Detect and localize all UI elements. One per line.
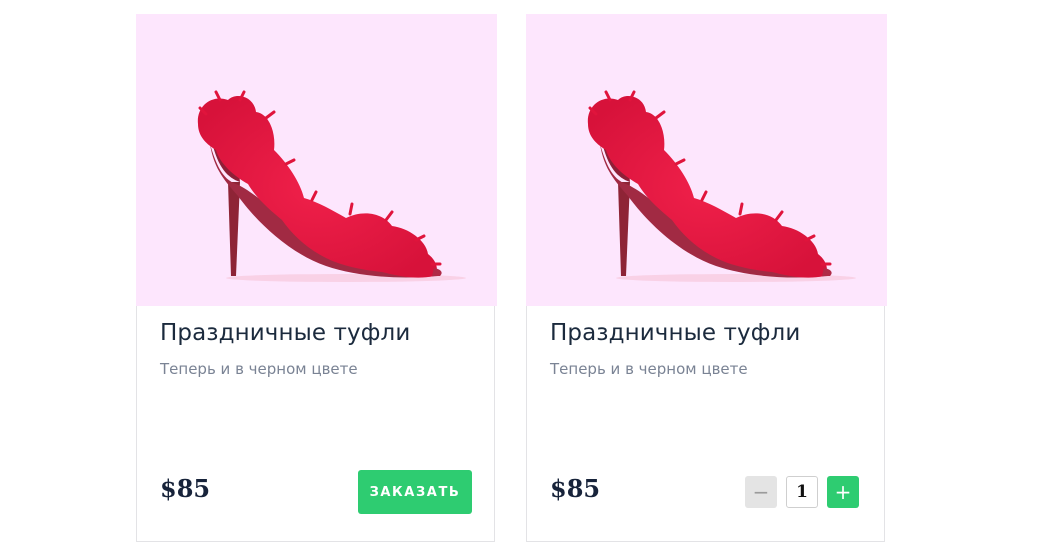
- product-price: $85: [160, 474, 211, 503]
- product-card: Праздничные туфли Теперь и в черном цвет…: [136, 14, 497, 542]
- quantity-input[interactable]: [786, 476, 818, 508]
- product-title: Праздничные туфли: [160, 320, 411, 346]
- product-card: Праздничные туфли Теперь и в черном цвет…: [526, 14, 887, 542]
- increase-quantity-button[interactable]: +: [827, 476, 859, 508]
- product-image[interactable]: [526, 14, 887, 306]
- product-title: Праздничные туфли: [550, 320, 801, 346]
- product-subtitle: Теперь и в черном цвете: [550, 360, 748, 378]
- product-subtitle: Теперь и в черном цвете: [160, 360, 358, 378]
- decrease-quantity-button[interactable]: −: [745, 476, 777, 508]
- product-image[interactable]: [136, 14, 497, 306]
- quantity-stepper: − +: [745, 475, 861, 509]
- order-button[interactable]: ЗАКАЗАТЬ: [358, 470, 472, 514]
- red-heel-shoe-illustration: [587, 90, 856, 282]
- product-price: $85: [550, 474, 601, 503]
- red-heel-shoe-illustration: [197, 90, 466, 282]
- product-grid: Праздничные туфли Теперь и в черном цвет…: [0, 0, 1043, 559]
